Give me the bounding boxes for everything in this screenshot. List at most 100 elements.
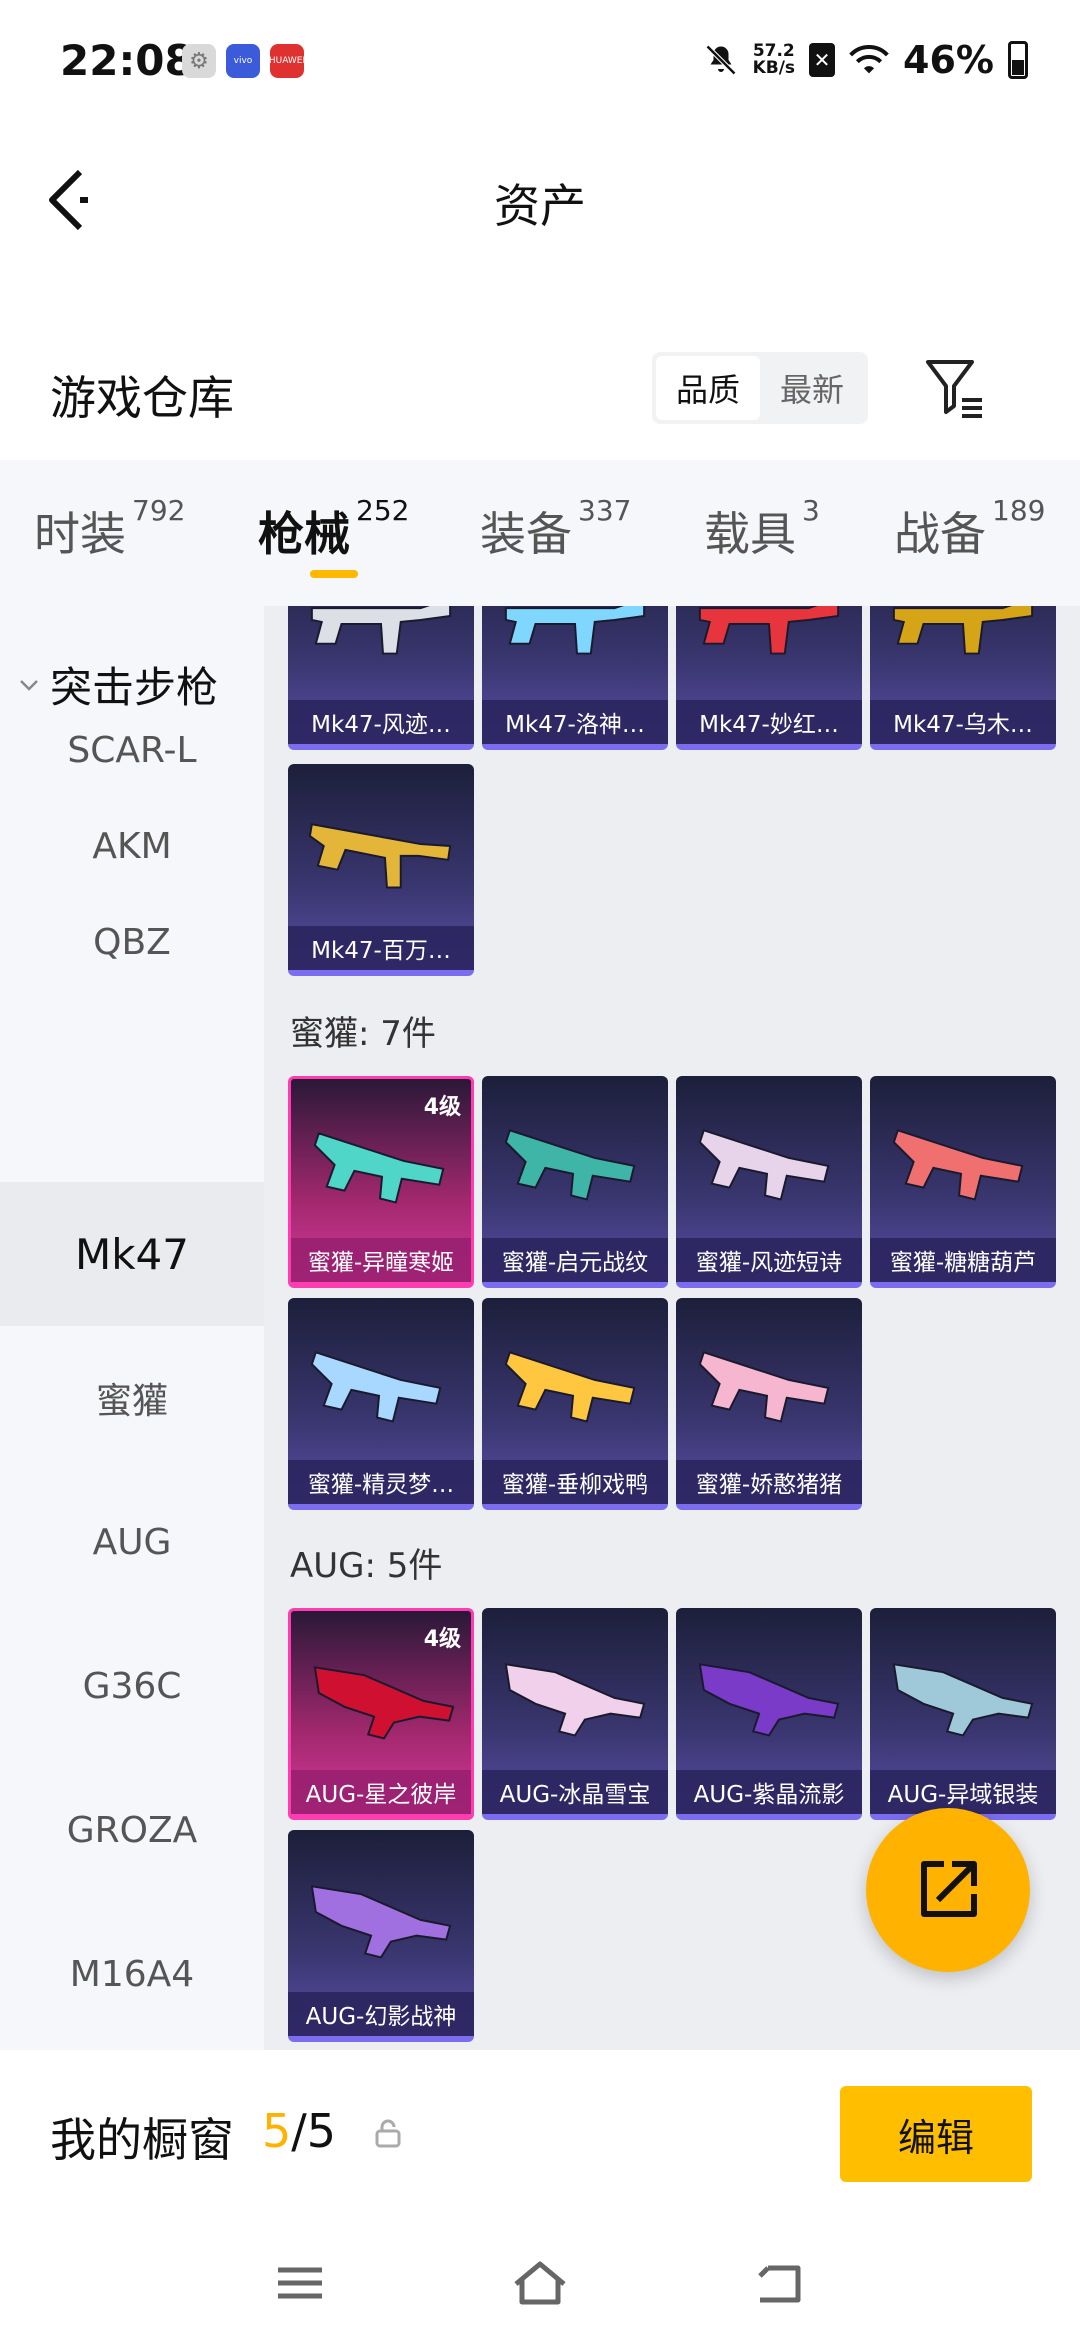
rifle-icon [310, 606, 452, 655]
skin-name: 蜜獾-娇憨猪猪 [676, 1460, 862, 1504]
tab-firearms-label: 枪械 [258, 507, 350, 561]
filter-button[interactable] [920, 352, 990, 424]
skin-card[interactable]: 蜜獾-精灵梦… [288, 1298, 474, 1510]
sim-off-icon: ✕ [809, 43, 836, 77]
system-nav-bar [0, 2222, 1080, 2344]
skin-card[interactable]: 蜜獾-垂柳戏鸭 [482, 1298, 668, 1510]
level-badge: 4级 [423, 1095, 461, 1120]
weapon-type-sidebar: 突击步枪 SCAR-L AKM QBZ Mk47 蜜獾 AUG G36C GRO… [0, 606, 264, 2050]
lock-icon [375, 2119, 401, 2148]
network-speed-unit: KB/s [752, 58, 796, 78]
smg-icon [698, 1351, 830, 1423]
rifle-icon [504, 606, 646, 655]
battery-percent: 46% [903, 38, 994, 82]
sidebar-item-m16a4[interactable]: M16A4 [0, 1902, 264, 2046]
skin-card[interactable]: 4级 AUG-星之彼岸 [288, 1608, 474, 1820]
rifle-icon [892, 606, 1034, 655]
rifle-icon [698, 606, 840, 655]
warehouse-title: 游戏仓库 [50, 371, 234, 425]
skin-card[interactable]: Mk47-百万… [288, 764, 474, 976]
tab-fashion[interactable]: 时装 792 [34, 494, 185, 564]
share-button[interactable] [866, 1808, 1030, 1972]
skin-name: AUG-幻影战神 [288, 1992, 474, 2036]
skin-name: AUG-冰晶雪宝 [482, 1770, 668, 1814]
smg-icon [698, 1129, 830, 1201]
skin-card[interactable]: 蜜獾-糖糖葫芦 [870, 1076, 1056, 1288]
skin-name: 蜜獾-垂柳戏鸭 [482, 1460, 668, 1504]
tab-equipment[interactable]: 装备 337 [480, 494, 631, 564]
bullpup-rifle-icon [698, 1663, 840, 1737]
sidebar-item-groza[interactable]: GROZA [0, 1758, 264, 1902]
skin-card[interactable]: AUG-紫晶流影 [676, 1608, 862, 1820]
skin-name: AUG-星之彼岸 [291, 1770, 471, 1814]
showcase-bar: 我的橱窗 5/5 编辑 [0, 2050, 1080, 2222]
tab-vehicles[interactable]: 载具 3 [704, 494, 820, 564]
category-tabs: 时装 792 枪械 252 装备 337 载具 3 战备 189 [0, 460, 1080, 606]
sidebar-item-mk47[interactable]: Mk47 [0, 1182, 264, 1326]
showcase-count-total: /5 [291, 2104, 337, 2158]
edit-button[interactable]: 编辑 [840, 2086, 1032, 2182]
tab-equipment-count: 337 [578, 494, 632, 527]
tab-fashion-count: 792 [132, 494, 186, 527]
tab-fashion-label: 时装 [34, 507, 126, 561]
mute-icon [705, 44, 736, 76]
skin-name: Mk47-乌木… [870, 700, 1056, 744]
skin-card[interactable]: AUG-冰晶雪宝 [482, 1608, 668, 1820]
skin-card[interactable]: 4级 蜜獾-异瞳寒姬 [288, 1076, 474, 1288]
skin-name: 蜜獾-启元战纹 [482, 1238, 668, 1282]
sidebar-item-qbz[interactable]: QBZ [0, 870, 264, 1014]
smg-icon [504, 1129, 636, 1201]
skin-card[interactable]: Mk47-乌木… [870, 606, 1056, 750]
skin-card[interactable]: Mk47-风迹… [288, 606, 474, 750]
tab-equipment-label: 装备 [480, 507, 572, 561]
smg-icon [892, 1129, 1024, 1201]
home-icon[interactable] [510, 2258, 570, 2308]
showcase-count: 5/5 [262, 2104, 336, 2158]
skin-card[interactable]: AUG-幻影战神 [288, 1830, 474, 2042]
tab-combat-gear[interactable]: 战备 189 [894, 494, 1045, 564]
active-tab-indicator [310, 570, 358, 578]
sort-latest-button[interactable]: 最新 [760, 356, 864, 420]
page-title: 资产 [494, 179, 586, 233]
status-bar: 22:08 ⚙ vivo HUAWEI 57.2 KB/s ✕ 46% [0, 0, 1080, 120]
section-title-honey-badger: 蜜獾: 7件 [290, 1014, 436, 1054]
tab-vehicles-label: 载具 [704, 507, 796, 561]
status-indicators: 57.2 KB/s ✕ 46% [703, 38, 1028, 82]
huawei-notification-icon: HUAWEI [269, 44, 305, 78]
smg-icon [504, 1351, 636, 1423]
sidebar-item-g36c[interactable]: G36C [0, 1614, 264, 1758]
skin-card[interactable]: AUG-异域银装 [870, 1608, 1056, 1820]
level-badge: 4级 [423, 1627, 461, 1652]
sort-quality-button[interactable]: 品质 [656, 356, 760, 420]
skin-name: Mk47-百万… [288, 926, 474, 970]
back-nav-icon[interactable] [750, 2258, 810, 2308]
tab-vehicles-count: 3 [802, 494, 820, 527]
sidebar-item-honey-badger[interactable]: 蜜獾 [0, 1326, 264, 1470]
tab-combat-gear-count: 189 [992, 494, 1046, 527]
skin-card[interactable]: Mk47-洛神… [482, 606, 668, 750]
skin-name: Mk47-妙红… [676, 700, 862, 744]
tab-firearms-count: 252 [356, 494, 410, 527]
skin-name: AUG-紫晶流影 [676, 1770, 862, 1814]
tab-combat-gear-label: 战备 [894, 507, 986, 561]
notification-icons: ⚙ vivo HUAWEI [182, 44, 305, 78]
skin-card[interactable]: 蜜獾-启元战纹 [482, 1076, 668, 1288]
external-link-icon [921, 1861, 977, 1917]
vivo-notification-icon: vivo [226, 44, 260, 78]
skin-name: 蜜獾-异瞳寒姬 [291, 1238, 471, 1282]
skin-card[interactable]: 蜜獾-风迹短诗 [676, 1076, 862, 1288]
battery-icon [1008, 41, 1028, 79]
clock: 22:08 [60, 36, 194, 85]
rifle-icon [308, 823, 452, 889]
skin-card[interactable]: 蜜獾-娇憨猪猪 [676, 1298, 862, 1510]
tab-firearms[interactable]: 枪械 252 [258, 494, 409, 564]
menu-icon[interactable] [270, 2258, 330, 2308]
skin-name: 蜜獾-风迹短诗 [676, 1238, 862, 1282]
smg-icon [310, 1351, 442, 1423]
bullpup-rifle-icon [892, 1663, 1034, 1737]
sidebar-item-aug[interactable]: AUG [0, 1470, 264, 1614]
showcase-count-used: 5 [262, 2104, 292, 2158]
skin-card[interactable]: Mk47-妙红… [676, 606, 862, 750]
skin-name: AUG-异域银装 [870, 1770, 1056, 1814]
section-title-aug: AUG: 5件 [290, 1546, 443, 1586]
